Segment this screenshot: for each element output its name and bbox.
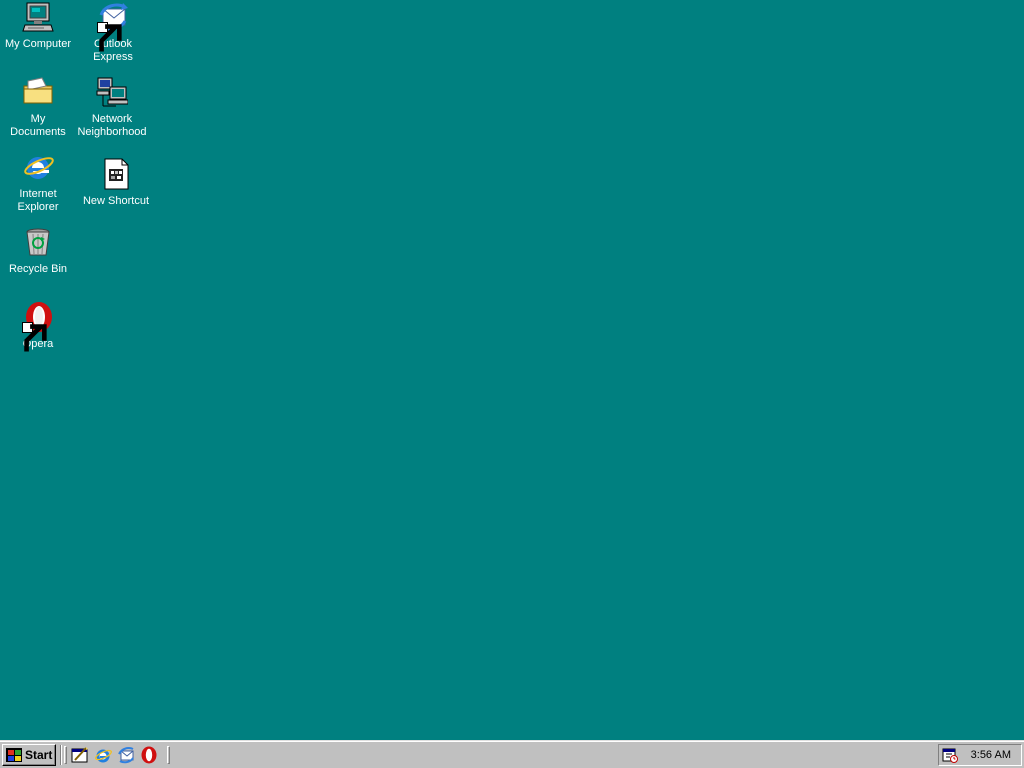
recycle-bin-icon [22, 226, 54, 258]
shortcut-arrow-icon [97, 22, 122, 52]
opera-icon [140, 746, 158, 764]
start-label: Start [25, 748, 53, 762]
desktop-icon-opera[interactable]: Opera [1, 301, 75, 352]
desktop-icon-label: New Shortcut [82, 195, 150, 207]
desktop-icon-outlook-express[interactable]: Outlook Express [76, 1, 150, 64]
computer-icon [22, 1, 54, 33]
desktop-icon-network-neighborhood[interactable]: Network Neighborhood [75, 76, 149, 139]
network-icon [96, 76, 128, 108]
scheduler-icon[interactable] [942, 747, 958, 763]
desktop-icon-label: My Documents [10, 113, 66, 138]
quick-launch-outlook-express[interactable] [117, 746, 135, 764]
internet-explorer-icon [22, 151, 54, 183]
document-icon [100, 158, 132, 190]
folder-icon [22, 76, 54, 108]
outlook-express-icon [97, 1, 129, 52]
taskbar: Start 3:56 AM [0, 740, 1024, 768]
desktop-icon-label: Recycle Bin [8, 263, 68, 275]
internet-explorer-icon [94, 746, 112, 764]
desktop-icon-internet-explorer[interactable]: Internet Explorer [1, 151, 75, 214]
show-desktop-icon [71, 746, 89, 764]
start-button[interactable]: Start [2, 744, 56, 766]
quick-launch-grip[interactable] [64, 746, 67, 764]
desktop-icon-label: Network Neighborhood [77, 113, 147, 138]
quick-launch-show-desktop[interactable] [71, 746, 89, 764]
desktop-icon-my-computer[interactable]: My Computer [1, 1, 75, 51]
opera-icon [22, 301, 54, 352]
desktop-icon-label: My Computer [4, 38, 72, 50]
outlook-express-icon [117, 746, 135, 764]
taskbar-grip[interactable] [167, 746, 170, 764]
windows-logo-icon [5, 747, 23, 763]
quick-launch-opera[interactable] [140, 746, 158, 764]
taskbar-separator [60, 745, 62, 765]
shortcut-arrow-icon [22, 322, 47, 352]
system-tray: 3:56 AM [938, 744, 1022, 766]
desktop: My Computer My Documents Internet Explor… [0, 0, 1024, 740]
desktop-icon-label: Internet Explorer [17, 188, 59, 213]
clock[interactable]: 3:56 AM [958, 749, 1021, 761]
desktop-icon-my-documents[interactable]: My Documents [1, 76, 75, 139]
desktop-icon-new-shortcut[interactable]: New Shortcut [79, 158, 153, 208]
quick-launch-internet-explorer[interactable] [94, 746, 112, 764]
desktop-icon-recycle-bin[interactable]: Recycle Bin [1, 226, 75, 276]
